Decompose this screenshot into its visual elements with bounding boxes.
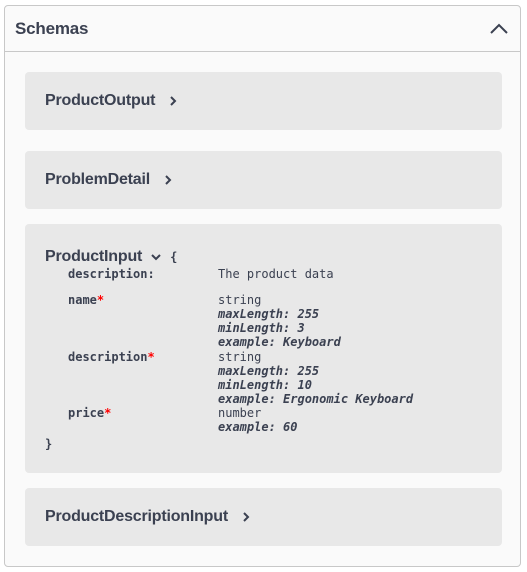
property-type: string	[218, 293, 262, 307]
property-key: description	[68, 350, 148, 364]
model-header-product-input[interactable]: ProductInput {	[45, 248, 177, 266]
model-problem-detail: ProblemDetail	[25, 151, 502, 209]
chevron-down-icon[interactable]	[150, 253, 162, 261]
open-brace: {	[170, 250, 178, 264]
property-type: string	[218, 350, 262, 364]
property-key: price	[68, 406, 105, 420]
model-product-output: ProductOutput	[25, 72, 502, 130]
model-name: ProductDescriptionInput	[45, 508, 228, 525]
model-name: ProblemDetail	[45, 171, 150, 188]
property-key: name	[68, 293, 97, 307]
property-constraint: minLength: 3	[218, 321, 305, 335]
property-price: price*	[68, 406, 111, 420]
property-name-details: string maxLength: 255 minLength: 3 examp…	[218, 293, 341, 349]
property-constraint: minLength: 10	[218, 378, 312, 392]
required-marker: *	[104, 406, 112, 420]
property-type: number	[218, 406, 262, 420]
schemas-section-header[interactable]: Schemas	[5, 6, 520, 52]
property-constraint: example: 60	[218, 420, 298, 434]
close-brace: }	[45, 437, 53, 451]
description-label: description:	[68, 267, 155, 281]
property-description-details: string maxLength: 255 minLength: 10 exam…	[218, 350, 413, 406]
schemas-section: Schemas ProductOutput ProblemDetail Prod…	[4, 5, 521, 567]
property-constraint: example: Ergonomic Keyboard	[218, 392, 414, 406]
property-description: description*	[68, 350, 155, 364]
section-title: Schemas	[15, 18, 89, 38]
chevron-up-icon[interactable]	[488, 18, 510, 40]
model-header-product-output[interactable]: ProductOutput	[25, 72, 502, 130]
required-marker: *	[96, 293, 105, 307]
chevron-right-icon[interactable]	[169, 95, 177, 107]
required-marker: *	[147, 350, 155, 364]
description-value: The product data	[218, 267, 334, 281]
model-name: ProductOutput	[45, 92, 156, 109]
property-constraint: maxLength: 255	[218, 307, 320, 321]
property-name: name*	[68, 293, 104, 307]
property-constraint: example: Keyboard	[218, 335, 341, 349]
model-header-problem-detail[interactable]: ProblemDetail	[25, 151, 502, 209]
chevron-right-icon[interactable]	[242, 511, 250, 523]
property-constraint: maxLength: 255	[218, 364, 320, 378]
property-price-details: number example: 60	[218, 406, 297, 434]
chevron-right-icon[interactable]	[164, 174, 172, 186]
model-header-product-description-input[interactable]: ProductDescriptionInput	[25, 488, 502, 546]
model-name: ProductInput	[45, 248, 143, 265]
model-product-input: ProductInput { description: The product …	[25, 224, 502, 473]
model-product-description-input: ProductDescriptionInput	[25, 488, 502, 546]
